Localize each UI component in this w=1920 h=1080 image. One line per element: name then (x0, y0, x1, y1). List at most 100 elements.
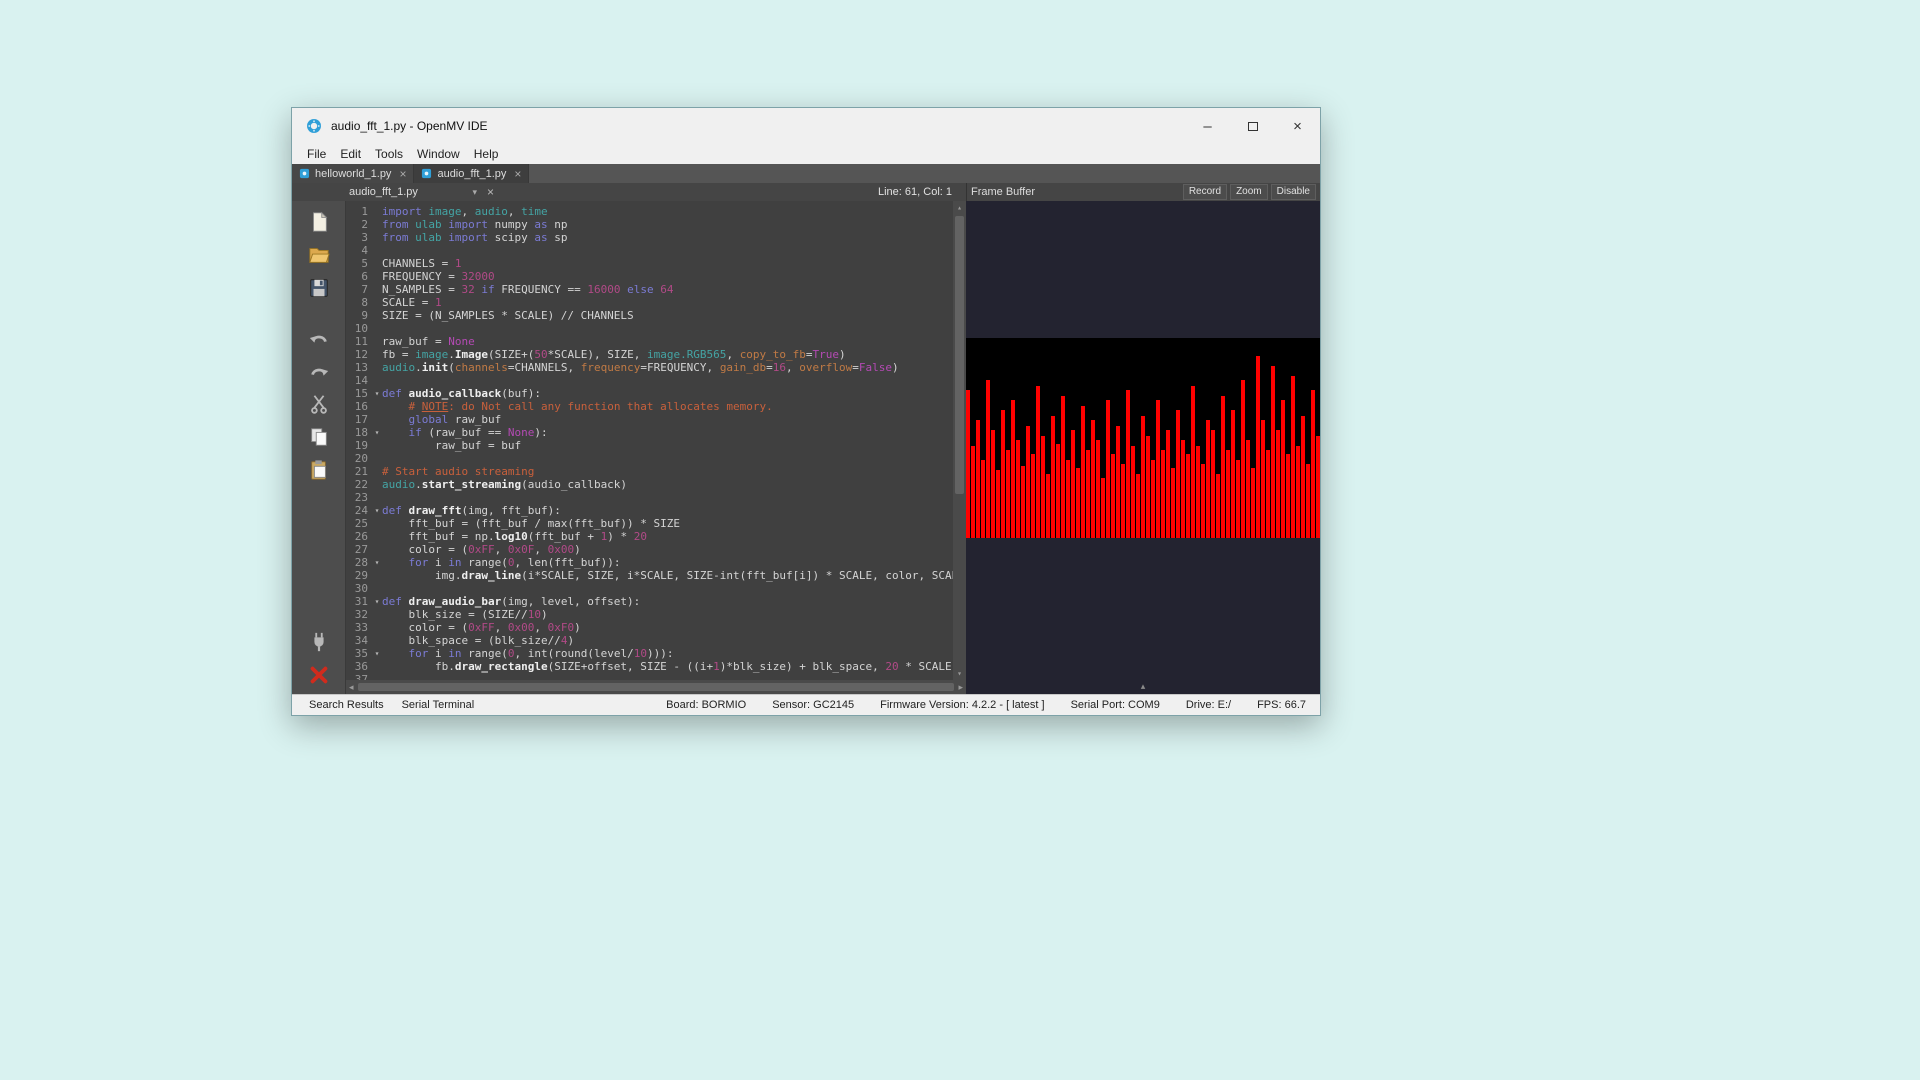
scroll-up-icon[interactable]: ▴ (957, 201, 962, 214)
fft-visualization (966, 338, 1320, 538)
paste-button[interactable] (306, 457, 332, 483)
code-line: 18▾ if (raw_buf == None): (346, 426, 966, 439)
menu-window[interactable]: Window (410, 145, 467, 163)
code-line: 35▾ for i in range(0, int(round(level/10… (346, 647, 966, 660)
vertical-scroll-thumb[interactable] (955, 216, 964, 494)
code-line: 29 img.draw_line(i*SCALE, SIZE, i*SCALE,… (346, 569, 966, 582)
main-content: 1import image, audio, time2from ulab imp… (292, 201, 1320, 694)
python-file-icon (421, 168, 432, 179)
copy-button[interactable] (306, 424, 332, 450)
save-button[interactable] (306, 275, 332, 301)
window-controls: – × (1185, 108, 1320, 144)
status-drive: Drive: E:/ (1186, 699, 1231, 711)
title-bar[interactable]: audio_fft_1.py - OpenMV IDE – × (292, 108, 1320, 144)
code-line: 7N_SAMPLES = 32 if FREQUENCY == 16000 el… (346, 283, 966, 296)
scroll-down-icon[interactable]: ▾ (957, 667, 962, 680)
open-file-button[interactable] (306, 242, 332, 268)
code-line: 16 # NOTE: do Not call any function that… (346, 400, 966, 413)
code-line: 33 color = (0xFF, 0x00, 0xF0) (346, 621, 966, 634)
code-line: 24▾def draw_fft(img, fft_buf): (346, 504, 966, 517)
frame-buffer-buttons: Record Zoom Disable (1183, 184, 1316, 200)
tab-label: audio_fft_1.py (437, 168, 506, 180)
close-button[interactable]: × (1275, 108, 1320, 144)
cursor-position: Line: 61, Col: 1 (878, 186, 952, 198)
horizontal-scroll-thumb[interactable] (358, 683, 955, 691)
code-line: 3from ulab import scipy as sp (346, 231, 966, 244)
desktop: audio_fft_1.py - OpenMV IDE – × File Edi… (0, 0, 1920, 1080)
scroll-right-icon[interactable]: ▸ (958, 682, 963, 693)
code-line: 12fb = image.Image(SIZE+(50*SCALE), SIZE… (346, 348, 966, 361)
tab-close-icon[interactable]: × (514, 167, 521, 181)
code-line: 21# Start audio streaming (346, 465, 966, 478)
code-line: 32 blk_size = (SIZE//10) (346, 608, 966, 621)
new-file-button[interactable] (306, 209, 332, 235)
menu-edit[interactable]: Edit (333, 145, 368, 163)
record-button[interactable]: Record (1183, 184, 1227, 200)
maximize-icon (1248, 122, 1258, 131)
redo-button[interactable] (306, 358, 332, 384)
expand-arrow-icon[interactable]: ▴ (1141, 681, 1146, 692)
vertical-scrollbar[interactable]: ▴ ▾ (953, 201, 966, 680)
editor-header: audio_fft_1.py ▾ × Line: 61, Col: 1 (292, 183, 966, 201)
frame-buffer-panel: ▴ (966, 201, 1320, 694)
code-line: 31▾def draw_audio_bar(img, level, offset… (346, 595, 966, 608)
editor-wrap: 1import image, audio, time2from ulab imp… (346, 201, 966, 694)
code-line: 5CHANNELS = 1 (346, 257, 966, 270)
undo-button[interactable] (306, 325, 332, 351)
scroll-left-icon[interactable]: ◂ (349, 682, 354, 693)
code-line: 10 (346, 322, 966, 335)
code-line: 28▾ for i in range(0, len(fft_buf)): (346, 556, 966, 569)
code-line: 19 raw_buf = buf (346, 439, 966, 452)
code-lines: 1import image, audio, time2from ulab imp… (346, 201, 966, 680)
code-line: 4 (346, 244, 966, 257)
menu-bar: File Edit Tools Window Help (292, 144, 1320, 164)
menu-help[interactable]: Help (467, 145, 506, 163)
menu-tools[interactable]: Tools (368, 145, 410, 163)
code-line: 25 fft_buf = (fft_buf / max(fft_buf)) * … (346, 517, 966, 530)
code-line: 8SCALE = 1 (346, 296, 966, 309)
openmv-logo-icon (306, 118, 322, 134)
status-fps: FPS: 66.7 (1257, 699, 1306, 711)
status-info: Board: BORMIO Sensor: GC2145 Firmware Ve… (666, 699, 1306, 711)
document-close-button[interactable]: × (487, 185, 494, 199)
disable-button[interactable]: Disable (1271, 184, 1316, 200)
cut-button[interactable] (306, 391, 332, 417)
horizontal-scrollbar[interactable]: ◂ ▸ (346, 680, 966, 694)
code-line: 20 (346, 452, 966, 465)
status-firmware: Firmware Version: 4.2.2 - [ latest ] (880, 699, 1044, 711)
status-board: Board: BORMIO (666, 699, 746, 711)
menu-file[interactable]: File (300, 145, 333, 163)
code-line: 36 fb.draw_rectangle(SIZE+offset, SIZE -… (346, 660, 966, 673)
document-selector[interactable]: audio_fft_1.py ▾ (349, 186, 477, 198)
code-editor[interactable]: 1import image, audio, time2from ulab imp… (346, 201, 966, 680)
frame-buffer-title: Frame Buffer (971, 186, 1035, 198)
code-line: 26 fft_buf = np.log10(fft_buf + 1) * 20 (346, 530, 966, 543)
code-line: 17 global raw_buf (346, 413, 966, 426)
tab-bar: helloworld_1.py × audio_fft_1.py × (292, 164, 1320, 183)
connect-button[interactable] (306, 629, 332, 655)
search-results-button[interactable]: Search Results (300, 698, 393, 712)
code-line: 14 (346, 374, 966, 387)
tab-close-icon[interactable]: × (399, 167, 406, 181)
serial-terminal-button[interactable]: Serial Terminal (393, 698, 484, 712)
maximize-button[interactable] (1230, 108, 1275, 144)
code-line: 34 blk_space = (blk_size//4) (346, 634, 966, 647)
minimize-button[interactable]: – (1185, 108, 1230, 144)
openmv-ide-window: audio_fft_1.py - OpenMV IDE – × File Edi… (291, 107, 1321, 716)
code-line: 30 (346, 582, 966, 595)
code-line: 22audio.start_streaming(audio_callback) (346, 478, 966, 491)
subheader: audio_fft_1.py ▾ × Line: 61, Col: 1 Fram… (292, 183, 1320, 201)
document-selector-value: audio_fft_1.py (349, 186, 418, 198)
status-bar: Search Results Serial Terminal Board: BO… (292, 694, 1320, 715)
code-line: 23 (346, 491, 966, 504)
code-line: 11raw_buf = None (346, 335, 966, 348)
tab-label: helloworld_1.py (315, 168, 391, 180)
code-line: 9SIZE = (N_SAMPLES * SCALE) // CHANNELS (346, 309, 966, 322)
tab-helloworld[interactable]: helloworld_1.py × (292, 164, 414, 183)
disconnect-button[interactable] (306, 662, 332, 688)
status-serial-port: Serial Port: COM9 (1071, 699, 1160, 711)
window-title: audio_fft_1.py - OpenMV IDE (331, 119, 488, 133)
chevron-down-icon: ▾ (472, 187, 477, 198)
zoom-button[interactable]: Zoom (1230, 184, 1268, 200)
tab-audio-fft[interactable]: audio_fft_1.py × (414, 164, 529, 183)
